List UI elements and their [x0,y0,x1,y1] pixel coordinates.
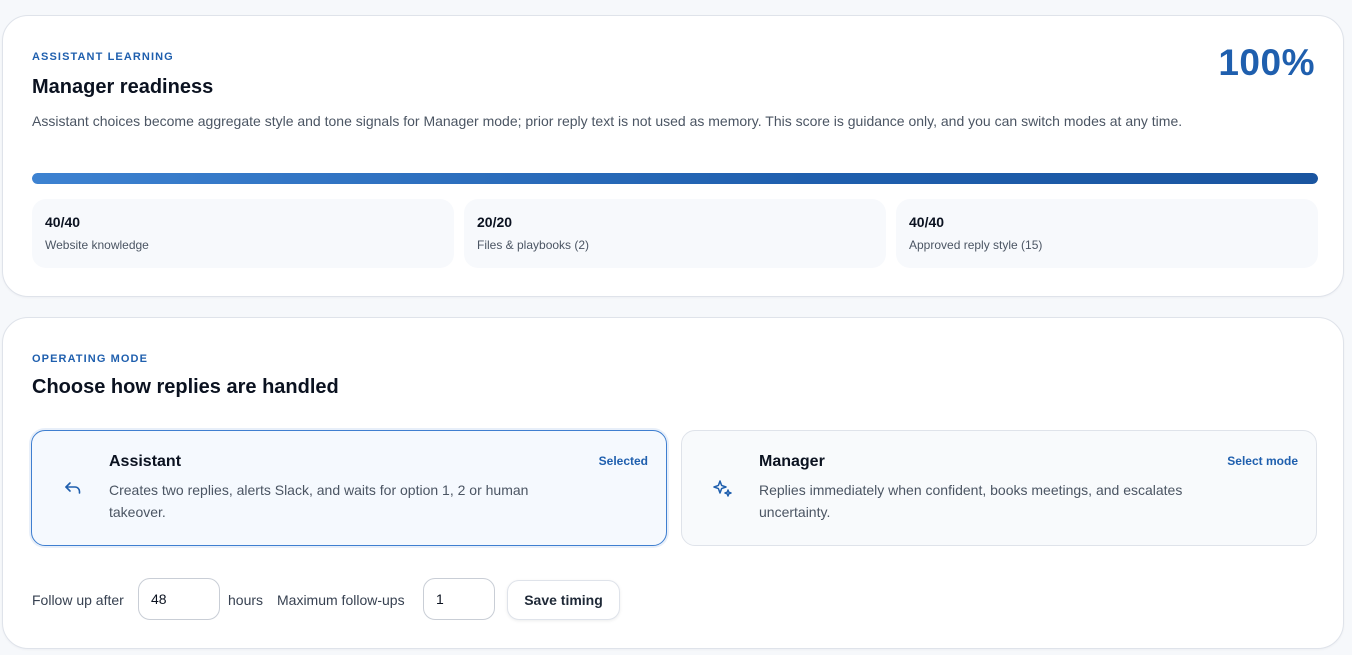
mode-name: Manager [759,453,825,470]
readiness-title: Manager readiness [32,76,214,98]
mode-eyebrow: OPERATING MODE [32,353,149,365]
mode-selected-badge: Selected [598,454,648,468]
stat-label: Website knowledge [45,238,149,252]
readiness-progress-bar [32,173,1318,184]
followup-label: Follow up after [32,592,124,608]
stat-website-knowledge: 40/40 Website knowledge [32,199,454,268]
stat-value: 20/20 [477,214,513,230]
reply-arrow-icon [62,477,84,499]
readiness-description: Assistant choices become aggregate style… [32,113,1183,129]
stat-value: 40/40 [45,214,81,230]
mode-option-manager[interactable]: Manager Replies immediately when confide… [681,430,1317,546]
mode-description: Creates two replies, alerts Slack, and w… [109,482,529,520]
stat-label: Files & playbooks (2) [477,238,590,252]
max-followups-label: Maximum follow-ups [277,592,405,608]
readiness-progress-fill [32,173,1318,184]
operating-mode-card: OPERATING MODE Choose how replies are ha… [2,317,1344,649]
readiness-eyebrow: ASSISTANT LEARNING [32,51,174,63]
sparkles-icon [712,477,734,499]
stat-label: Approved reply style (15) [909,238,1043,252]
save-timing-button[interactable]: Save timing [507,580,620,620]
mode-option-assistant[interactable]: Assistant Creates two replies, alerts Sl… [31,430,667,546]
hours-label: hours [228,592,264,608]
stat-approved-reply-style: 40/40 Approved reply style (15) [896,199,1318,268]
mode-name: Assistant [109,453,182,470]
mode-title: Choose how replies are handled [32,376,339,398]
max-followups-input[interactable] [423,578,495,620]
mode-description: Replies immediately when confident, book… [759,482,1183,520]
stat-value: 40/40 [909,214,945,230]
followup-hours-input[interactable] [138,578,220,620]
readiness-score: 100% [1218,42,1315,83]
manager-readiness-card: ASSISTANT LEARNING Manager readiness 100… [2,15,1344,297]
select-mode-link[interactable]: Select mode [1227,454,1298,468]
stat-files-playbooks: 20/20 Files & playbooks (2) [464,199,886,268]
